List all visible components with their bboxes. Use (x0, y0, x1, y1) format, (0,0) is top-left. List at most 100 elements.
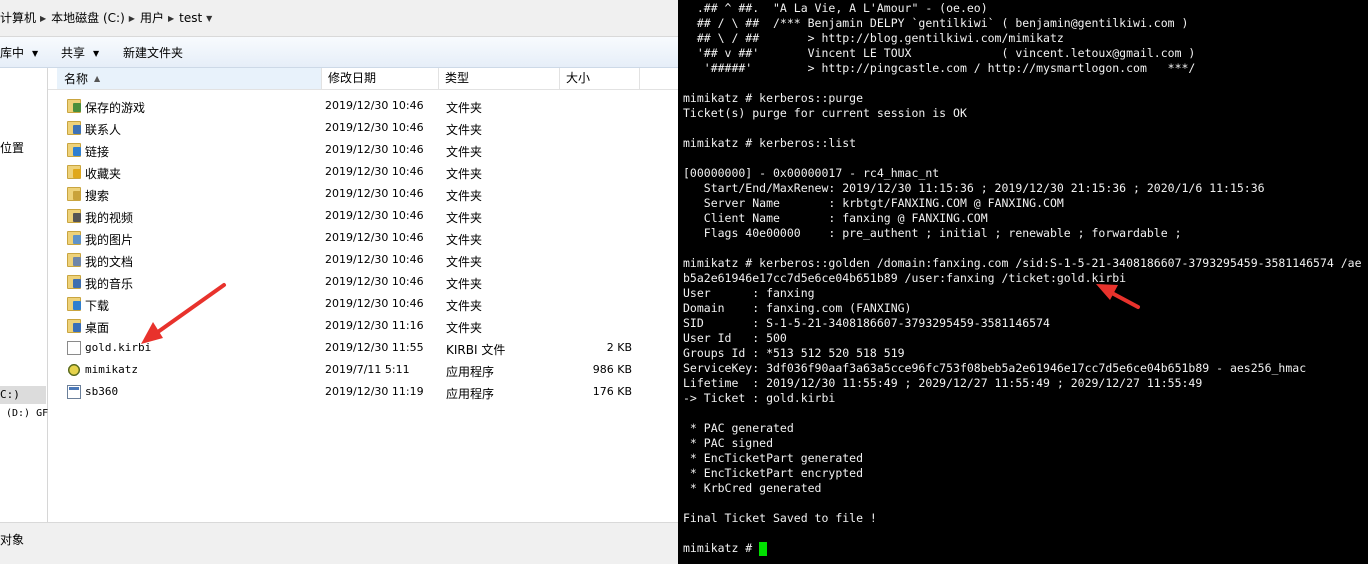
file-list-view: 名称 ▲ 修改日期 类型 大小 保存的游戏 2019/12/30 10:46 文件夹联… (48, 68, 678, 522)
file-name: 联系人 (85, 123, 122, 137)
sort-ascending-icon: ▲ (94, 74, 101, 83)
breadcrumb-item[interactable]: 本地磁盘 (C:) (51, 11, 125, 25)
nav-item-drive-c[interactable]: C:) (0, 386, 46, 404)
terminal-line: Flags 40e00000 : pre_authent ; initial ;… (683, 226, 1182, 240)
folder-badge-icon (73, 323, 81, 332)
file-type: 文件夹 (446, 299, 483, 313)
mimikatz-terminal[interactable]: .## ^ ##. "A La Vie, A L'Amour" - (oe.eo… (678, 0, 1368, 564)
file-size: 2 KB (606, 341, 632, 354)
terminal-line: * PAC signed (683, 436, 774, 450)
file-date-modified: 2019/12/30 10:46 (325, 187, 424, 200)
file-date-modified: 2019/12/30 10:46 (325, 209, 424, 222)
nav-item-drive-c-label: C:) (0, 388, 20, 401)
file-date-modified: 2019/12/30 10:46 (325, 297, 424, 310)
file-row[interactable]: mimikatz 2019/7/11 5:11 应用程序 986 KB (48, 360, 678, 382)
file-date-modified: 2019/12/30 11:55 (325, 341, 424, 354)
folder-music-icon (67, 275, 81, 289)
terminal-line: mimikatz # kerberos::purge (683, 91, 864, 105)
nav-item-drive-d[interactable]: (D:) GF (6, 408, 48, 419)
include-in-library-button[interactable]: 库中 ▼ (0, 44, 38, 61)
terminal-line: User : fanxing (683, 286, 815, 300)
file-row[interactable]: 保存的游戏 2019/12/30 10:46 文件夹 (48, 96, 678, 118)
terminal-line: ServiceKey: 3df036f90aaf3a63a5cce96fc753… (683, 361, 1307, 375)
terminal-line: '#####' > http://pingcastle.com / http:/… (683, 61, 1196, 75)
folder-badge-icon (73, 279, 81, 288)
address-bar[interactable]: 计算机 ▶ 本地磁盘 (C:) ▶ 用户 ▶ test ▼ (0, 0, 678, 37)
application-icon (67, 385, 81, 399)
terminal-line: Client Name : fanxing @ FANXING.COM (683, 211, 988, 225)
file-type: 文件夹 (446, 277, 483, 291)
file-row[interactable]: sb360 2019/12/30 11:19 应用程序 176 KB (48, 382, 678, 404)
file-type: 文件夹 (446, 255, 483, 269)
terminal-line: -> Ticket : gold.kirbi (683, 391, 836, 405)
folder-pictures-icon (67, 231, 81, 245)
breadcrumb-chevron-icon[interactable]: ▶ (40, 14, 46, 23)
breadcrumb-item[interactable]: test (179, 11, 202, 25)
file-row[interactable]: 我的文档 2019/12/30 10:46 文件夹 (48, 250, 678, 272)
terminal-line: b5a2e61946e17cc7d5e6ce04b651b89 /user:fa… (683, 271, 1127, 285)
file-date-modified: 2019/12/30 11:16 (325, 319, 424, 332)
terminal-line: ## \ / ## > http://blog.gentilkiwi.com/m… (683, 31, 1064, 45)
file-row[interactable]: 下载 2019/12/30 10:46 文件夹 (48, 294, 678, 316)
terminal-line: * PAC generated (683, 421, 794, 435)
file-row[interactable]: 桌面 2019/12/30 11:16 文件夹 (48, 316, 678, 338)
file-name: 我的视频 (85, 211, 134, 225)
terminal-line: Final Ticket Saved to file ! (683, 511, 877, 525)
file-name: 桌面 (85, 321, 110, 335)
new-folder-button[interactable]: 新建文件夹 (123, 44, 183, 61)
terminal-line: User Id : 500 (683, 331, 787, 345)
file-icon (67, 341, 81, 355)
breadcrumb-item[interactable]: 用户 (140, 11, 164, 25)
file-row[interactable]: 我的音乐 2019/12/30 10:46 文件夹 (48, 272, 678, 294)
file-type: 文件夹 (446, 189, 483, 203)
breadcrumb-dropdown-icon[interactable]: ▼ (206, 14, 212, 23)
navigation-pane: 位置 C:) (D:) GF (0, 68, 48, 522)
file-name: 我的图片 (85, 233, 134, 247)
file-type: 文件夹 (446, 101, 483, 115)
file-name: 收藏夹 (85, 167, 122, 181)
file-row[interactable]: 收藏夹 2019/12/30 10:46 文件夹 (48, 162, 678, 184)
file-name: 链接 (85, 145, 110, 159)
terminal-line: Server Name : krbtgt/FANXING.COM @ FANXI… (683, 196, 1064, 210)
file-row[interactable]: 我的视频 2019/12/30 10:46 文件夹 (48, 206, 678, 228)
breadcrumb-item[interactable]: 计算机 (0, 11, 36, 25)
file-row[interactable]: 我的图片 2019/12/30 10:46 文件夹 (48, 228, 678, 250)
file-row[interactable]: gold.kirbi 2019/12/30 11:55 KIRBI 文件 2 KB (48, 338, 678, 360)
mimikatz-exe-icon (67, 363, 81, 377)
dropdown-arrow-icon: ▼ (93, 49, 100, 58)
share-button[interactable]: 共享 ▼ (61, 44, 99, 61)
terminal-line: '## v ##' Vincent LE TOUX ( vincent.leto… (683, 46, 1196, 60)
file-size: 176 KB (592, 385, 632, 398)
column-header-size[interactable]: 大小 (560, 68, 640, 89)
folder-badge-icon (73, 125, 81, 134)
file-date-modified: 2019/12/30 10:46 (325, 275, 424, 288)
column-header-type[interactable]: 类型 (439, 68, 560, 89)
file-row[interactable]: 联系人 2019/12/30 10:46 文件夹 (48, 118, 678, 140)
folder-favorites-icon (67, 165, 81, 179)
breadcrumb-chevron-icon[interactable]: ▶ (129, 14, 135, 23)
file-type: 应用程序 (446, 387, 495, 401)
terminal-line: Domain : fanxing.com (FANXING) (683, 301, 912, 315)
folder-badge-icon (73, 103, 81, 112)
file-size: 986 KB (592, 363, 632, 376)
nav-item-location[interactable]: 位置 (0, 139, 24, 156)
file-name: 搜索 (85, 189, 110, 203)
terminal-line: Lifetime : 2019/12/30 11:55:49 ; 2029/12… (683, 376, 1203, 390)
terminal-line: * EncTicketPart encrypted (683, 466, 864, 480)
column-header-name[interactable]: 名称 ▲ (57, 68, 322, 89)
file-date-modified: 2019/12/30 10:46 (325, 165, 424, 178)
file-date-modified: 2019/12/30 11:19 (325, 385, 424, 398)
file-date-modified: 2019/12/30 10:46 (325, 253, 424, 266)
file-row[interactable]: 搜索 2019/12/30 10:46 文件夹 (48, 184, 678, 206)
folder-videos-icon (67, 209, 81, 223)
column-header-name-label: 名称 (64, 72, 89, 86)
file-date-modified: 2019/12/30 10:46 (325, 121, 424, 134)
folder-contacts-icon (67, 121, 81, 135)
breadcrumb: 计算机 ▶ 本地磁盘 (C:) ▶ 用户 ▶ test ▼ (0, 9, 217, 26)
file-row[interactable]: 链接 2019/12/30 10:46 文件夹 (48, 140, 678, 162)
column-header-modified[interactable]: 修改日期 (322, 68, 439, 89)
folder-search-icon (67, 187, 81, 201)
file-date-modified: 2019/12/30 10:46 (325, 231, 424, 244)
terminal-line: .## ^ ##. "A La Vie, A L'Amour" - (oe.eo… (683, 1, 988, 15)
breadcrumb-chevron-icon[interactable]: ▶ (168, 14, 174, 23)
